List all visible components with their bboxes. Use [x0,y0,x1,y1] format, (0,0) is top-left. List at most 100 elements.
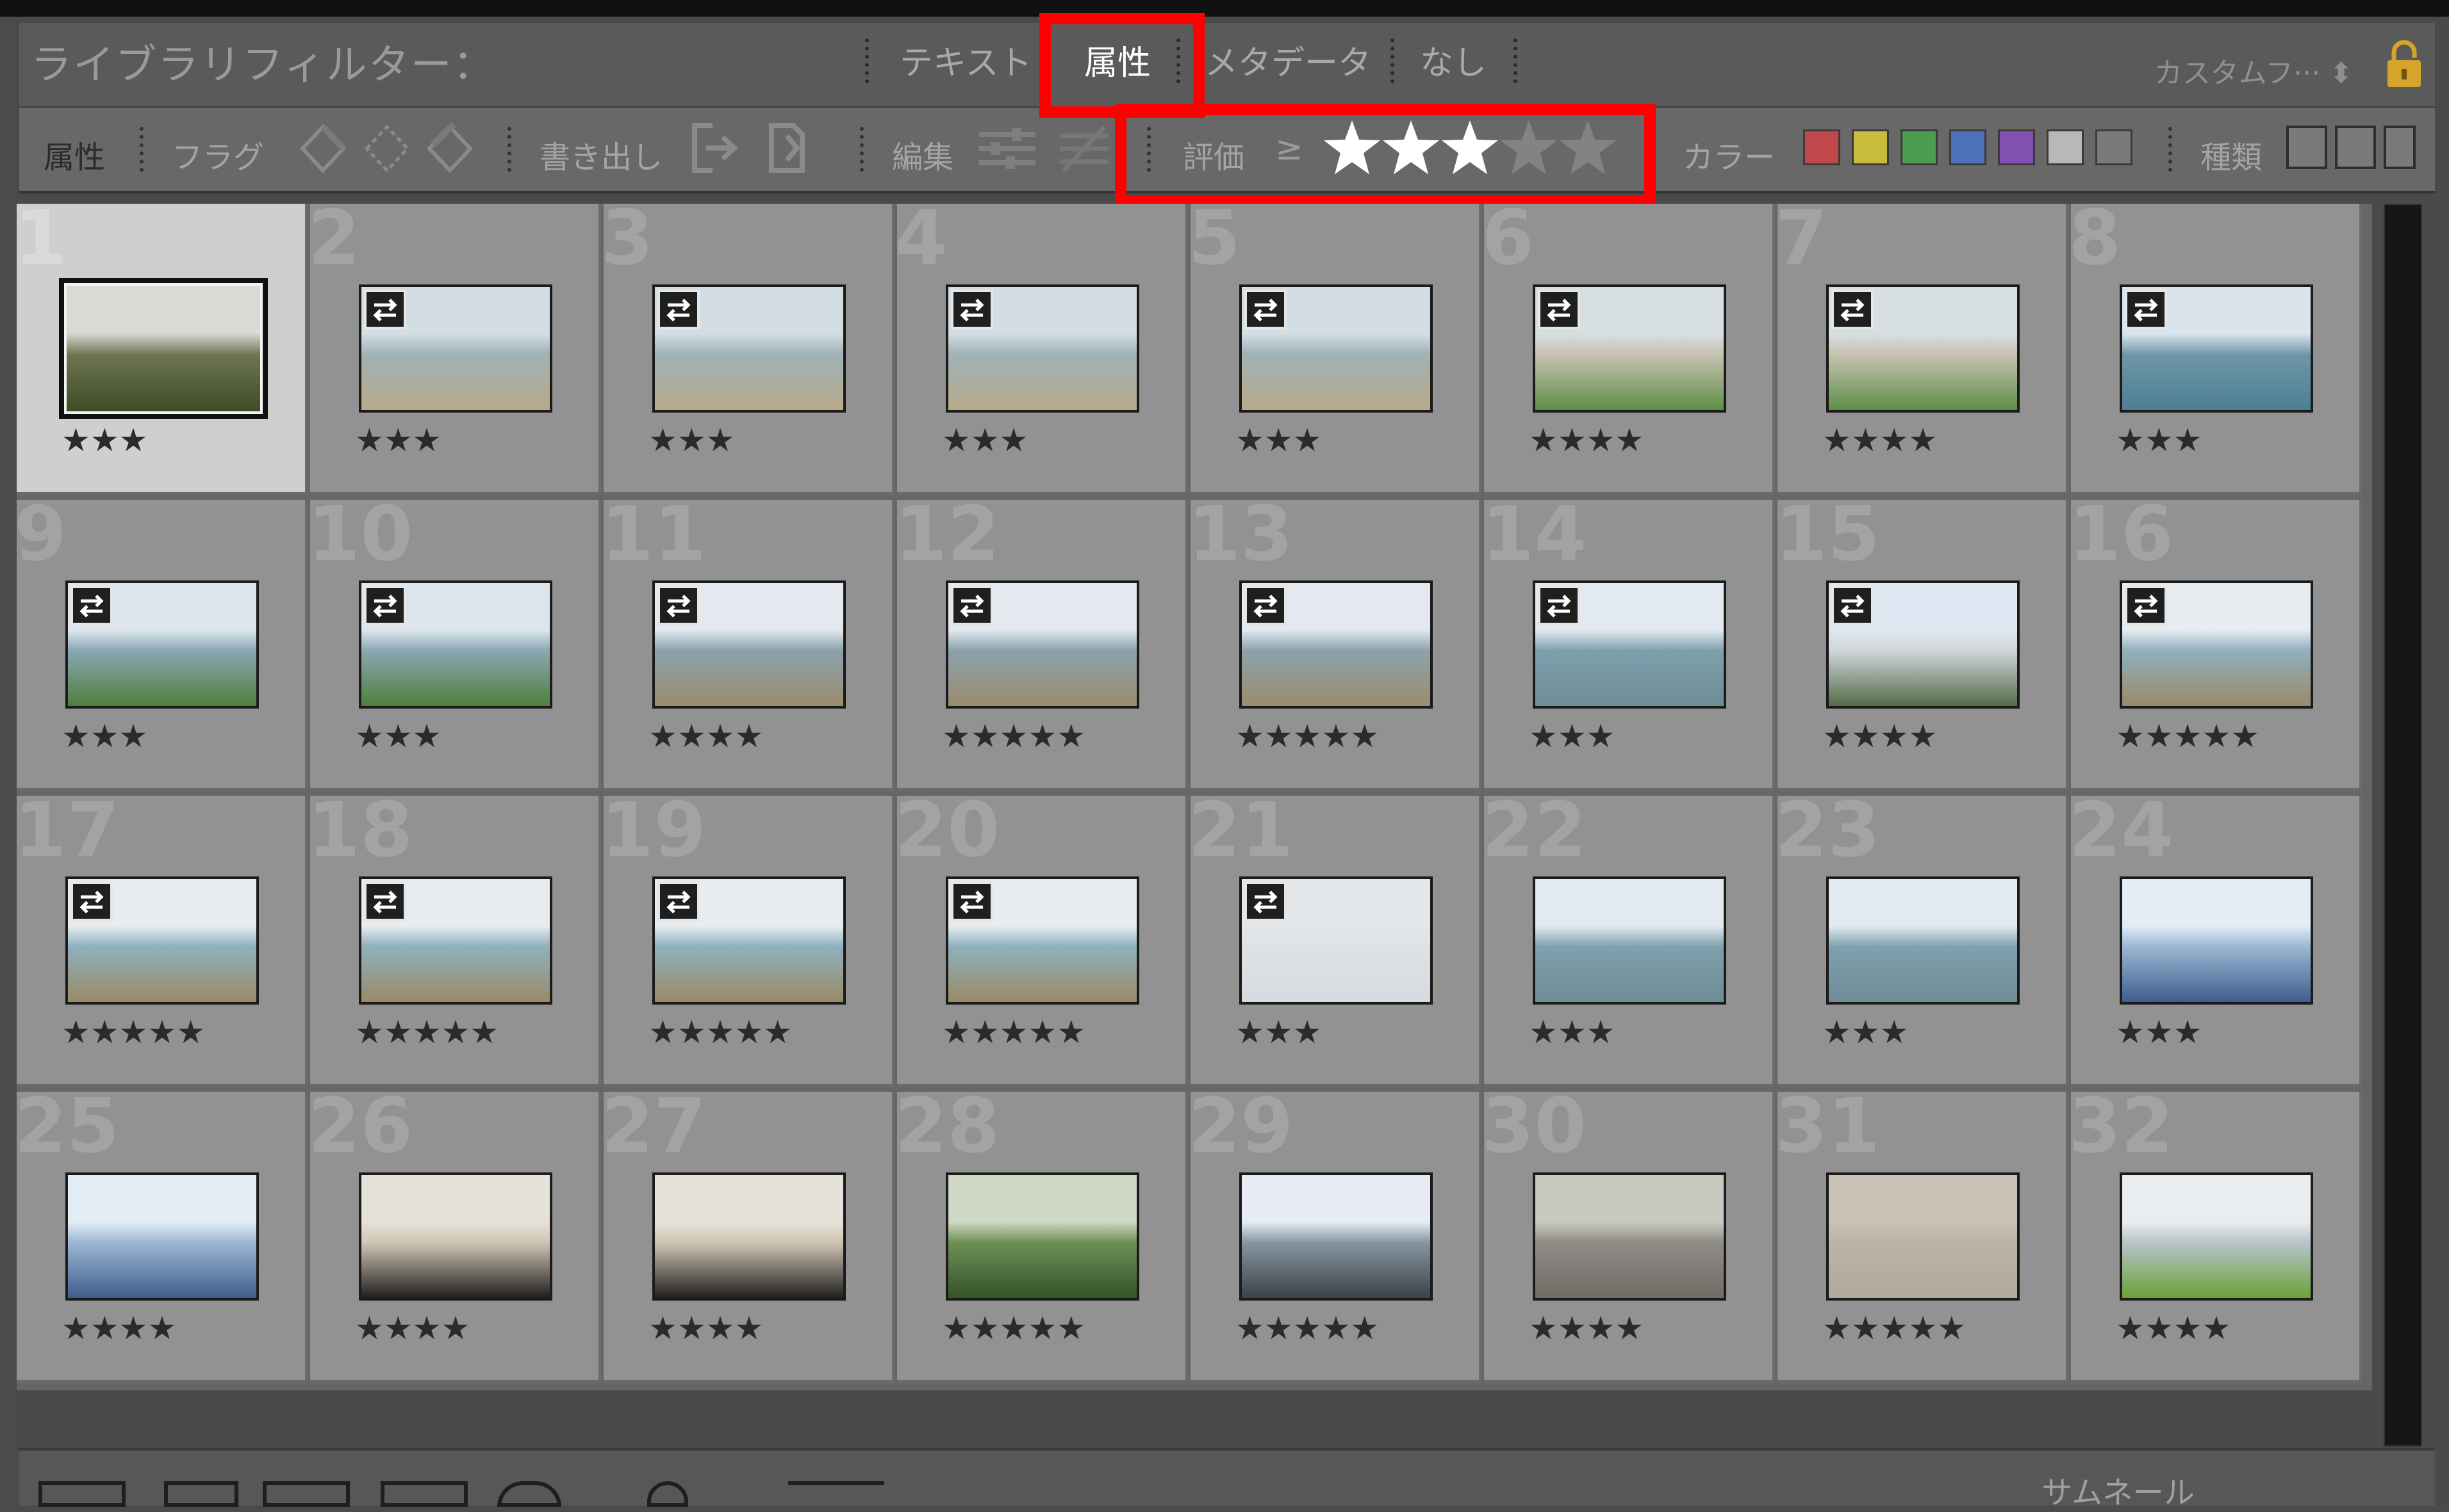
cell-star-rating[interactable]: ★★★★★ [1822,1312,1966,1344]
grid-cell[interactable]: 19 ★★★★★ [604,796,895,1087]
photo-thumbnail[interactable] [59,278,268,419]
grid-cell[interactable]: 21 ★★★ [1191,796,1481,1087]
cell-star-rating[interactable]: ★★★ [355,424,441,456]
grid-cell[interactable]: 27 ★★★★ [604,1092,895,1383]
photo-thumbnail[interactable] [1826,1172,2020,1301]
cell-star-rating[interactable]: ★★★★★ [942,1312,1085,1344]
cell-star-rating[interactable]: ★★★★★ [355,1016,499,1048]
photo-thumbnail[interactable] [2120,1172,2313,1301]
color-swatch-yellow[interactable] [1852,129,1889,165]
tab-metadata[interactable]: メタデータ [1205,36,1371,84]
cell-star-rating[interactable]: ★★★★ [648,1312,763,1344]
color-swatch-green[interactable] [1901,129,1938,165]
grid-cell[interactable]: 14 ★★★ [1484,500,1775,791]
lock-icon[interactable] [2385,38,2423,90]
grid-cell[interactable]: 23 ★★★ [1777,796,2068,1087]
kind-video-icon[interactable] [2384,126,2416,169]
grid-cell[interactable]: 16 ★★★★★ [2071,500,2362,791]
grid-cell[interactable]: 9 ★★★ [17,500,308,791]
scrollbar-thumb[interactable] [2385,205,2421,1445]
color-swatch-red[interactable] [1803,129,1840,165]
sort-icon[interactable] [788,1481,884,1507]
grid-cell[interactable]: 29 ★★★★★ [1191,1092,1481,1383]
kind-virtual-copy-icon[interactable] [2335,126,2376,169]
cell-star-rating[interactable]: ★★★ [942,424,1028,456]
grid-cell[interactable]: 13 ★★★★★ [1191,500,1481,791]
grid-cell[interactable]: 24 ★★★ [2071,796,2362,1087]
cell-star-rating[interactable]: ★★★ [1235,1016,1321,1048]
custom-filter-preset-dropdown[interactable]: カスタムフ··· ⬍ [2154,50,2353,91]
cell-star-rating[interactable]: ★★★★★ [1235,1312,1379,1344]
cell-star-rating[interactable]: ★★★★★ [1235,720,1379,752]
color-swatch-custom[interactable] [2047,129,2084,165]
grid-cell[interactable]: 26 ★★★★ [310,1092,601,1383]
photo-thumbnail[interactable] [652,1172,846,1301]
flag-unflagged-icon[interactable] [360,119,414,177]
cell-star-rating[interactable]: ★★★★ [1529,424,1644,456]
export-out-icon[interactable] [763,119,816,177]
grid-cell[interactable]: 5 ★★★ [1191,204,1481,495]
grid-cell[interactable]: 20 ★★★★★ [897,796,1188,1087]
cell-star-rating[interactable]: ★★★ [1529,720,1615,752]
grid-cell[interactable]: 30 ★★★★ [1484,1092,1775,1383]
photo-thumbnail[interactable] [1533,876,1726,1005]
cell-star-rating[interactable]: ★★★★ [1822,720,1937,752]
photo-thumbnail[interactable] [1533,1172,1726,1301]
flag-picked-icon[interactable] [296,119,350,177]
grid-cell[interactable]: 15 ★★★★ [1777,500,2068,791]
cell-star-rating[interactable]: ★★★ [1235,424,1321,456]
grid-cell[interactable]: 2 ★★★ [310,204,601,495]
grid-view-icon[interactable] [38,1481,126,1507]
color-swatch-purple[interactable] [1998,129,2035,165]
compare-view-icon[interactable] [263,1481,350,1507]
loupe-view-icon[interactable] [164,1481,238,1507]
grid-cell[interactable]: 31 ★★★★★ [1777,1092,2068,1383]
cell-star-rating[interactable]: ★★★ [62,424,147,456]
grid-cell[interactable]: 18 ★★★★★ [310,796,601,1087]
cell-star-rating[interactable]: ★★★★★ [62,1016,205,1048]
grid-cell[interactable]: 10 ★★★ [310,500,601,791]
color-swatch-none[interactable] [2095,129,2132,165]
unedited-icon[interactable] [1057,119,1111,177]
cell-star-rating[interactable]: ★★★★★ [942,720,1085,752]
cell-star-rating[interactable]: ★★★★ [1529,1312,1644,1344]
edited-icon[interactable] [975,119,1035,177]
export-in-icon[interactable] [687,119,741,177]
cell-star-rating[interactable]: ★★★★ [2116,1312,2230,1344]
cell-star-rating[interactable]: ★★★★ [1822,424,1937,456]
cell-star-rating[interactable]: ★★★★ [355,1312,470,1344]
survey-view-icon[interactable] [381,1481,468,1507]
grid-cell[interactable]: 12 ★★★★★ [897,500,1188,791]
grid-cell[interactable]: 28 ★★★★★ [897,1092,1188,1383]
kind-master-photo-icon[interactable] [2286,126,2327,169]
tab-text[interactable]: テキスト [900,36,1032,84]
photo-thumbnail[interactable] [946,1172,1139,1301]
grid-cell[interactable]: 32 ★★★★ [2071,1092,2362,1383]
cell-star-rating[interactable]: ★★★ [2116,1016,2202,1048]
grid-cell[interactable]: 22 ★★★ [1484,796,1775,1087]
grid-cell[interactable]: 7 ★★★★ [1777,204,2068,495]
cell-star-rating[interactable]: ★★★★★ [2116,720,2259,752]
grid-cell[interactable]: 4 ★★★ [897,204,1188,495]
photo-thumbnail[interactable] [1826,876,2020,1005]
photo-thumbnail[interactable] [2120,876,2313,1005]
tab-none[interactable]: なし [1420,36,1487,84]
cell-star-rating[interactable]: ★★★★ [648,720,763,752]
color-swatch-blue[interactable] [1949,129,1986,165]
grid-cell[interactable]: 6 ★★★★ [1484,204,1775,495]
photo-thumbnail[interactable] [1239,1172,1433,1301]
cell-star-rating[interactable]: ★★★★ [62,1312,176,1344]
cell-star-rating[interactable]: ★★★★★ [648,1016,792,1048]
cell-star-rating[interactable]: ★★★ [355,720,441,752]
cell-star-rating[interactable]: ★★★ [1529,1016,1615,1048]
grid-cell[interactable]: 25 ★★★★ [17,1092,308,1383]
grid-cell[interactable]: 3 ★★★ [604,204,895,495]
grid-cell[interactable]: 1 ★★★ [17,204,308,495]
grid-cell[interactable]: 8 ★★★ [2071,204,2362,495]
flag-rejected-icon[interactable] [423,119,477,177]
cell-star-rating[interactable]: ★★★ [2116,424,2202,456]
cell-star-rating[interactable]: ★★★ [1822,1016,1908,1048]
photo-thumbnail[interactable] [65,1172,259,1301]
cell-star-rating[interactable]: ★★★ [648,424,734,456]
grid-cell[interactable]: 17 ★★★★★ [17,796,308,1087]
